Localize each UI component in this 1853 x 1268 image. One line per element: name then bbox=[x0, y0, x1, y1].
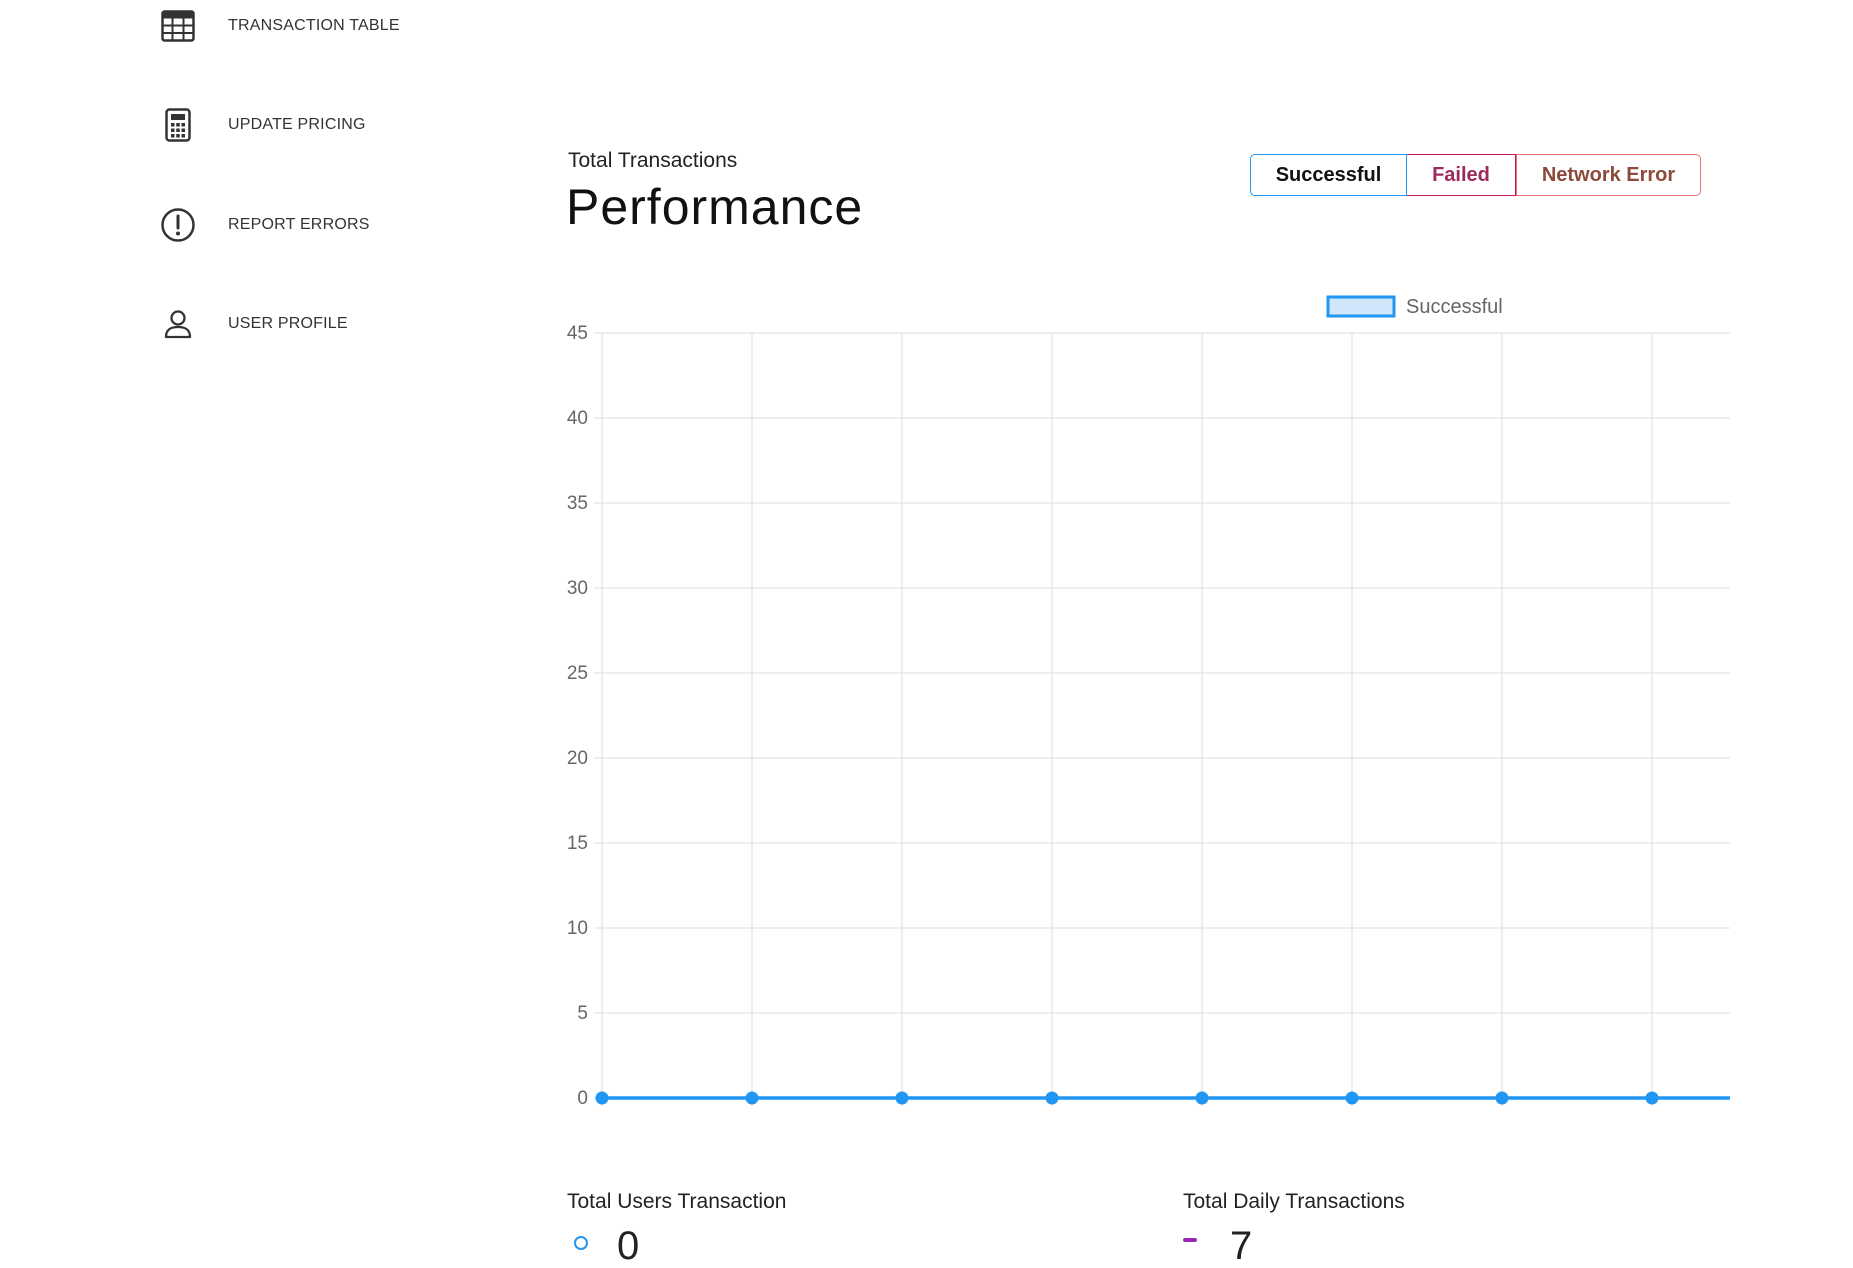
y-tick-label: 25 bbox=[567, 663, 588, 684]
status-filter-group: Successful Failed Network Error bbox=[1250, 154, 1701, 196]
data-point bbox=[1495, 1091, 1509, 1105]
y-tick-label: 15 bbox=[567, 833, 588, 854]
sidebar-item-user-profile[interactable]: USER PROFILE bbox=[160, 304, 348, 344]
performance-chart: 0 5 10 15 20 25 30 35 40 45 Successful bbox=[540, 280, 1740, 1140]
page-subtitle: Total Transactions bbox=[568, 149, 738, 172]
y-tick-label: 30 bbox=[567, 578, 588, 599]
y-tick-label: 20 bbox=[567, 748, 588, 769]
data-point bbox=[1345, 1091, 1359, 1105]
sidebar-item-label: TRANSACTION TABLE bbox=[228, 17, 400, 34]
legend-swatch bbox=[1326, 295, 1396, 318]
y-tick-label: 40 bbox=[567, 408, 588, 429]
sidebar: TRANSACTION TABLE UPDATE PRICING REPORT … bbox=[0, 0, 440, 1240]
chart-svg: 0 5 10 15 20 25 30 35 40 45 Successful bbox=[567, 295, 1730, 1109]
legend-label: Successful bbox=[1406, 296, 1503, 318]
sidebar-item-update-pricing[interactable]: UPDATE PRICING bbox=[160, 105, 366, 145]
data-point bbox=[595, 1091, 609, 1105]
y-tick-label: 35 bbox=[567, 493, 588, 514]
daily-indicator-icon bbox=[1183, 1238, 1197, 1242]
data-point bbox=[745, 1091, 759, 1105]
calculator-icon bbox=[160, 107, 196, 143]
y-tick-label: 0 bbox=[577, 1088, 588, 1109]
total-daily-transactions-value: 7 bbox=[1230, 1224, 1253, 1268]
sidebar-item-label: UPDATE PRICING bbox=[228, 116, 366, 133]
exclamation-circle-icon bbox=[160, 207, 196, 243]
filter-network-error-button[interactable]: Network Error bbox=[1516, 154, 1701, 196]
users-indicator-icon bbox=[574, 1236, 588, 1250]
sidebar-item-transaction-table[interactable]: TRANSACTION TABLE bbox=[160, 6, 400, 46]
y-tick-label: 5 bbox=[577, 1003, 588, 1024]
sidebar-item-report-errors[interactable]: REPORT ERRORS bbox=[160, 205, 370, 245]
data-point bbox=[1195, 1091, 1209, 1105]
page-title: Performance bbox=[566, 179, 864, 235]
data-point bbox=[1045, 1091, 1059, 1105]
total-users-transaction-label: Total Users Transaction bbox=[567, 1190, 787, 1213]
y-tick-label: 10 bbox=[567, 918, 588, 939]
filter-failed-button[interactable]: Failed bbox=[1407, 154, 1516, 196]
total-daily-transactions-label: Total Daily Transactions bbox=[1183, 1190, 1405, 1213]
user-icon bbox=[160, 306, 196, 342]
y-tick-label: 45 bbox=[567, 323, 588, 344]
table-icon bbox=[160, 8, 196, 44]
sidebar-item-label: REPORT ERRORS bbox=[228, 216, 370, 233]
data-point bbox=[1645, 1091, 1659, 1105]
filter-successful-button[interactable]: Successful bbox=[1250, 154, 1407, 196]
sidebar-item-label: USER PROFILE bbox=[228, 315, 348, 332]
total-users-transaction-value: 0 bbox=[617, 1224, 640, 1268]
data-point bbox=[895, 1091, 909, 1105]
